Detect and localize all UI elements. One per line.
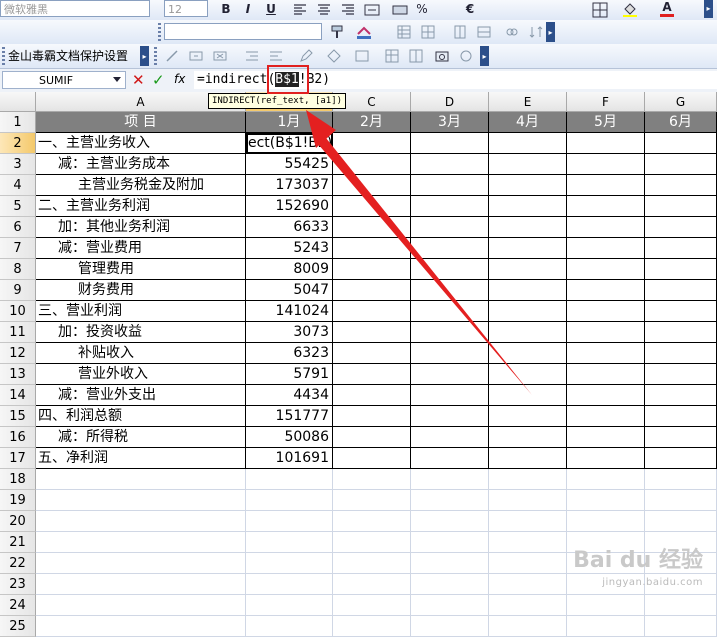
- red-arrow-annotation: [306, 110, 532, 395]
- row-header[interactable]: 25: [0, 616, 36, 637]
- cell-item-label[interactable]: [36, 616, 246, 637]
- cell-january-value[interactable]: [246, 616, 333, 637]
- cell[interactable]: [333, 616, 411, 637]
- cell[interactable]: [411, 616, 489, 637]
- cell[interactable]: [645, 616, 717, 637]
- cell[interactable]: [567, 616, 645, 637]
- cell[interactable]: [489, 616, 567, 637]
